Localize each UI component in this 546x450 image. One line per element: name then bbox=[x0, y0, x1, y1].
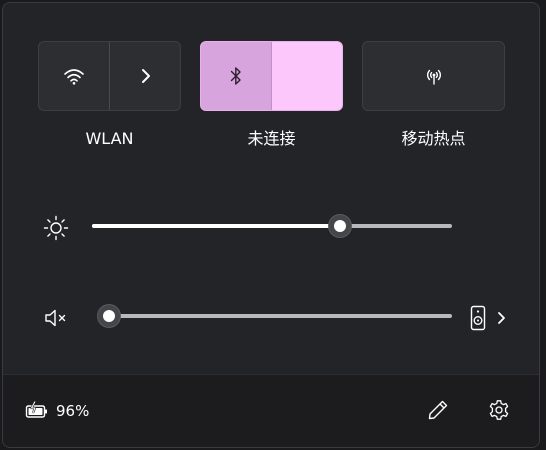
gear-icon[interactable] bbox=[488, 399, 510, 421]
bluetooth-tile bbox=[200, 41, 343, 111]
hotspot-icon bbox=[427, 69, 441, 85]
brightness-slider[interactable] bbox=[92, 215, 452, 237]
speaker-device-icon bbox=[470, 305, 486, 331]
battery-charging-icon[interactable] bbox=[25, 401, 49, 419]
bluetooth-toggle-button[interactable] bbox=[201, 42, 271, 110]
wifi-tile bbox=[38, 41, 181, 111]
hotspot-label: 移动热点 bbox=[401, 129, 466, 148]
wifi-toggle-button[interactable] bbox=[39, 42, 109, 110]
bluetooth-expand-button[interactable] bbox=[272, 42, 343, 110]
audio-output-button[interactable] bbox=[467, 303, 513, 333]
volume-slider[interactable] bbox=[97, 305, 452, 327]
wifi-label: WLAN bbox=[85, 129, 134, 148]
chevron-right-icon bbox=[498, 312, 505, 324]
speaker-muted-icon[interactable] bbox=[43, 307, 69, 329]
battery-percent: 96% bbox=[56, 402, 90, 420]
sun-icon bbox=[43, 215, 69, 241]
brightness-slider-thumb[interactable] bbox=[329, 215, 352, 237]
brightness-slider-fill bbox=[92, 224, 341, 228]
bluetooth-label: 未连接 bbox=[247, 129, 296, 148]
quick-settings-panel: WLAN 未连接 移动热点 96% bbox=[2, 2, 540, 448]
volume-slider-thumb[interactable] bbox=[97, 305, 120, 327]
pencil-icon[interactable] bbox=[427, 399, 449, 421]
wifi-icon bbox=[64, 69, 84, 85]
chevron-right-icon bbox=[142, 69, 150, 83]
quick-settings-footer: 96% bbox=[3, 374, 539, 447]
hotspot-tile[interactable] bbox=[362, 41, 505, 111]
wifi-expand-button[interactable] bbox=[110, 42, 181, 110]
bluetooth-icon bbox=[230, 67, 241, 85]
